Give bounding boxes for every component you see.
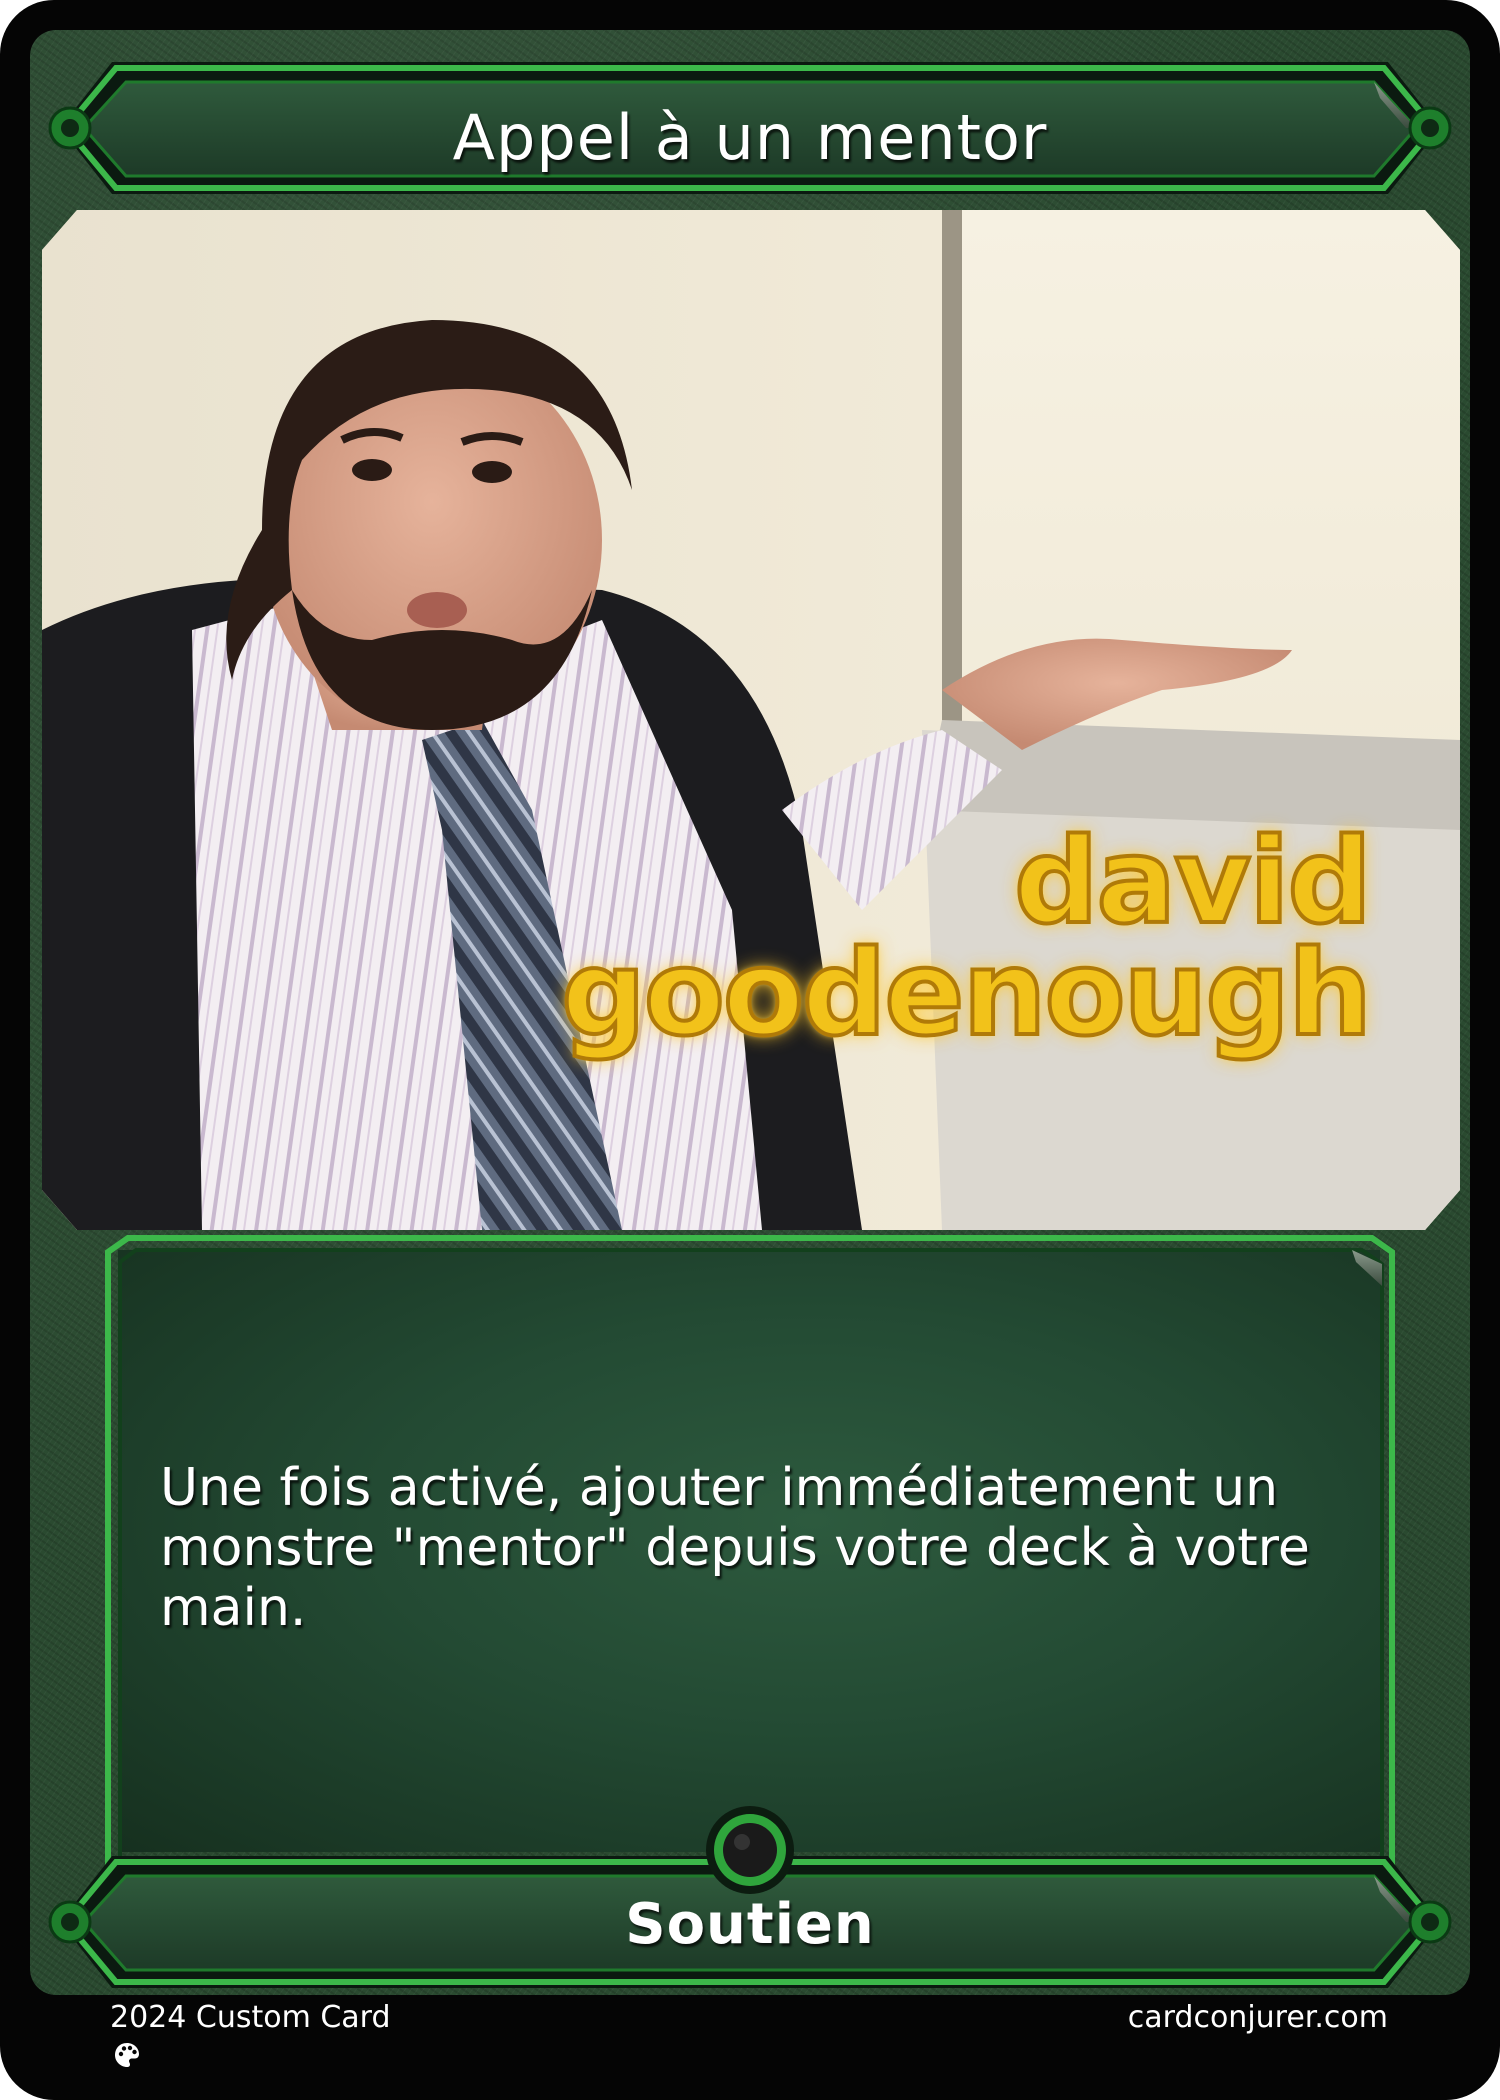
card-type-line: Soutien (625, 1891, 875, 1957)
frame-decoration (48, 62, 1452, 1988)
footer-copyright: 2024 Custom Card (110, 2000, 391, 2035)
card: david goodenough Appel à un mentor Une f… (0, 0, 1500, 2100)
card-rules-text: Une fois activé, ajouter immédiatement u… (160, 1458, 1310, 1638)
card-title: Appel à un mentor (452, 100, 1048, 174)
palette-icon (115, 2043, 139, 2067)
footer-website: cardconjurer.com (1127, 2000, 1388, 2035)
